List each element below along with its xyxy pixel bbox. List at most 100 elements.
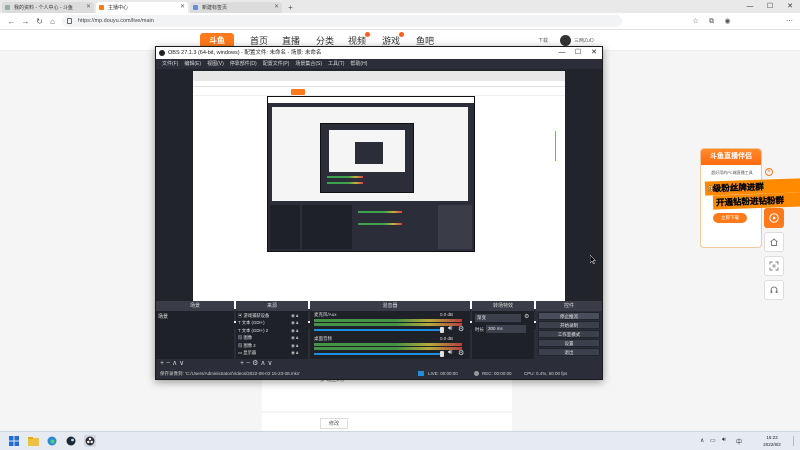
eye-icon[interactable]: ◉ 🔒︎	[291, 349, 298, 356]
close-tab-icon[interactable]: ✕	[274, 3, 279, 10]
windows-start-icon[interactable]	[8, 435, 20, 447]
recording-saved-path: 保存录像到: 'C:/Users/Administrator/Videos/20…	[160, 371, 300, 376]
remove-icon[interactable]: −	[166, 360, 170, 367]
speaker-icon[interactable]: 🔊︎	[448, 325, 452, 333]
move-up-icon[interactable]: ∧	[172, 360, 177, 367]
sources-items: ▣ 游戏捕获设备 T 文本 (GDI+) T 文本 (GDI+) 2 ▨ 图像 …	[238, 312, 269, 356]
scene-item[interactable]: 场景	[158, 313, 168, 320]
minimize-icon[interactable]: —	[554, 47, 570, 59]
back-icon[interactable]: ←	[6, 16, 17, 27]
volume-slider[interactable]	[314, 329, 442, 331]
collections-icon[interactable]: ⧉	[706, 16, 717, 27]
remove-icon[interactable]: −	[246, 360, 250, 367]
minimize-icon[interactable]: —	[740, 0, 760, 13]
settings-button[interactable]: 设置	[538, 339, 600, 347]
source-item[interactable]: T 文本 (GDI+) 2	[238, 327, 269, 334]
home-icon[interactable]: ⌂	[47, 16, 58, 27]
menu-view[interactable]: 视图(V)	[207, 59, 224, 69]
menu-profile[interactable]: 配置文件(P)	[263, 59, 290, 69]
nested-sources-panel	[302, 205, 352, 249]
taskbar-clock[interactable]: 15:23 2022/8/2	[752, 434, 792, 448]
volume-icon[interactable]: 🔊︎	[722, 437, 726, 444]
nested-preview	[272, 107, 468, 201]
edit-button[interactable]: 修改	[320, 418, 348, 429]
start-recording-button[interactable]: 开始录制	[538, 321, 600, 329]
menu-scene-collection[interactable]: 场景集合(S)	[295, 59, 322, 69]
menu-file[interactable]: 文件(F)	[162, 59, 178, 69]
favorites-icon[interactable]: ☆	[690, 16, 701, 27]
nested-preview-2	[329, 130, 405, 172]
duration-input[interactable]: 300 ms	[486, 325, 526, 333]
promo-download-button[interactable]: 立即下载	[713, 213, 747, 223]
obs-preview[interactable]	[156, 69, 602, 329]
close-window-icon[interactable]: ✕	[780, 0, 800, 13]
gear-icon[interactable]: ⚙	[252, 360, 258, 367]
menu-icon[interactable]: ⋯	[784, 16, 795, 27]
promo-banner[interactable]: 斗鱼直播伴侣 超好用的PC端直播工具 9级粉丝牌进群 开通钻粉进钻粉群 立即下载	[700, 148, 800, 248]
eye-icon[interactable]: ◉ 🔒︎	[291, 342, 298, 349]
move-down-icon[interactable]: ∨	[179, 360, 184, 367]
home-side-icon[interactable]	[764, 232, 784, 252]
scenes-list[interactable]: 场景	[156, 311, 234, 359]
close-tab-icon[interactable]: ✕	[86, 3, 91, 10]
avatar[interactable]	[560, 35, 571, 46]
eye-icon[interactable]: ◉ 🔒︎	[291, 327, 298, 334]
close-window-icon[interactable]: ✕	[586, 47, 602, 59]
browser-tab[interactable]: 新建标签页 ✕	[190, 2, 282, 13]
menu-edit[interactable]: 编辑(E)	[184, 59, 201, 69]
gear-icon[interactable]: ⚙	[458, 325, 464, 333]
source-item[interactable]: ▭ 显示器	[238, 349, 269, 356]
profile-icon[interactable]: ◉	[722, 16, 733, 27]
transition-select[interactable]: 渐变	[475, 314, 521, 322]
download-link[interactable]: 下载	[538, 37, 548, 44]
source-item[interactable]: ▣ 游戏捕获设备	[238, 312, 269, 319]
maximize-icon[interactable]: ☐	[760, 0, 780, 13]
source-item[interactable]: T 文本 (GDI+)	[238, 319, 269, 326]
gear-icon[interactable]: ⚙	[458, 349, 464, 357]
studio-mode-button[interactable]: 工作室模式	[538, 330, 600, 338]
username[interactable]: 三两ZuO	[574, 37, 594, 44]
move-down-icon[interactable]: ∨	[267, 360, 272, 367]
stop-streaming-button[interactable]: 停止推流	[538, 312, 600, 320]
menu-docks[interactable]: 停靠部件(D)	[230, 59, 257, 69]
url-input[interactable]: https://mp.douyu.com/live/main	[62, 15, 622, 27]
eye-icon[interactable]: ◉ 🔒︎	[291, 312, 298, 319]
close-promo-icon[interactable]: ×	[765, 168, 773, 176]
exit-button[interactable]: 退出	[538, 348, 600, 356]
edge-browser-icon[interactable]	[46, 435, 58, 447]
file-explorer-icon[interactable]	[27, 435, 39, 447]
close-tab-icon[interactable]: ✕	[180, 3, 185, 10]
steam-icon[interactable]	[65, 435, 77, 447]
fullscreen-icon[interactable]	[764, 256, 784, 276]
volume-slider-handle[interactable]	[440, 327, 444, 333]
maximize-icon[interactable]: ☐	[570, 47, 586, 59]
play-icon[interactable]	[764, 208, 784, 228]
menu-tools[interactable]: 工具(T)	[328, 59, 344, 69]
menu-help[interactable]: 帮助(H)	[350, 59, 367, 69]
move-up-icon[interactable]: ∧	[260, 360, 265, 367]
eye-icon[interactable]: ◉ 🔒︎	[291, 334, 298, 341]
volume-slider[interactable]	[314, 353, 442, 355]
tray-expand-icon[interactable]: ∧	[700, 437, 704, 444]
speaker-icon[interactable]: 🔊︎	[448, 349, 452, 357]
audio-meter	[314, 343, 462, 346]
add-icon[interactable]: +	[160, 360, 164, 367]
add-icon[interactable]: +	[240, 360, 244, 367]
volume-slider-handle[interactable]	[440, 351, 444, 357]
new-tab-icon[interactable]: +	[288, 2, 293, 13]
source-item[interactable]: ▨ 图像 2	[238, 342, 269, 349]
eye-icon[interactable]: ◉ 🔒︎	[291, 319, 298, 326]
sources-list[interactable]: ▣ 游戏捕获设备 T 文本 (GDI+) T 文本 (GDI+) 2 ▨ 图像 …	[236, 311, 308, 359]
obs-taskbar-icon[interactable]	[84, 435, 96, 447]
forward-icon[interactable]: →	[20, 16, 31, 27]
browser-tab[interactable]: 我的资料 - 个人中心 - 斗鱼 ✕	[2, 2, 94, 13]
show-desktop-button[interactable]	[793, 436, 798, 446]
rec-indicator-icon	[474, 371, 479, 376]
ime-indicator[interactable]: 中	[736, 437, 742, 446]
network-icon[interactable]: ▭	[710, 437, 716, 444]
reload-icon[interactable]: ↻	[34, 16, 45, 27]
browser-tab-active[interactable]: 主播中心 ✕	[96, 2, 188, 13]
source-item[interactable]: ▨ 图像	[238, 334, 269, 341]
gear-icon[interactable]: ⚙	[524, 313, 529, 320]
headset-icon[interactable]	[764, 280, 784, 300]
